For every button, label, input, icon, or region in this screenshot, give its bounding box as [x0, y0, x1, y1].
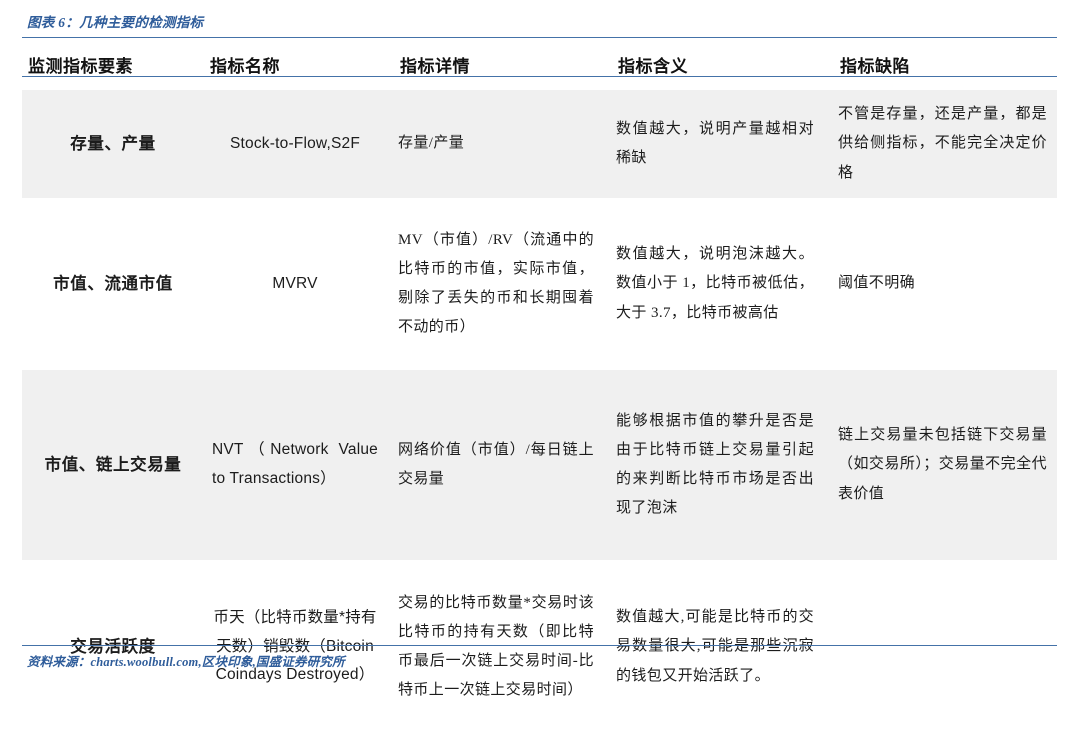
cell-name: Stock-to-Flow,S2F — [204, 90, 394, 198]
cell-detail: MV（市值）/RV（流通中的比特币的市值，实际市值，剔除了丢失的币和长期囤着不动… — [398, 231, 594, 336]
cell-meaning: 数值越大，说明泡沫越大。数值小于 1，比特币被低估，大于 3.7，比特币被高估 — [616, 246, 814, 321]
cell-flaw: 链上交易量未包括链下交易量（如交易所）；交易量不完全代表价值 — [834, 370, 1057, 560]
column-header-element: 监测指标要素 — [28, 56, 133, 76]
cell-flaw: 阈值不明确 — [838, 275, 916, 292]
cell-meaning: 数值越大，说明产量越相对稀缺 — [612, 90, 834, 198]
cell-meaning: 数值越大,可能是比特币的交易数量很大,可能是那些沉寂的钱包又开始活跃了。 — [616, 609, 814, 684]
header-separator-rule — [22, 76, 1057, 77]
cell-element: 市值、链上交易量 — [22, 370, 204, 560]
column-header-meaning: 指标含义 — [618, 56, 688, 76]
cell-element: 市值、流通市值 — [53, 273, 173, 293]
table-top-rule — [22, 37, 1057, 38]
exhibit-title: 图表 6：几种主要的检测指标 — [27, 15, 204, 30]
table-row: 市值、链上交易量 NVT（Network Value to Transactio… — [22, 370, 1057, 560]
cell-name: MVRV — [272, 274, 318, 292]
exhibit-page: 图表 6：几种主要的检测指标 监测指标要素 指标名称 指标详情 指标含义 指标缺… — [0, 0, 1080, 698]
table-row: 市值、流通市值 MVRV MV（市值）/RV（流通中的比特币的市值，实际市值，剔… — [22, 198, 1057, 370]
cell-element: 交易活跃度 — [70, 636, 156, 656]
source-note: 资料来源：charts.woolbull.com,区块印象,国盛证券研究所 — [27, 655, 345, 669]
cell-name: NVT（Network Value to Transactions） — [204, 370, 394, 560]
table-row: 交易活跃度 币天（比特币数量*持有天数）销毁数（Bitcoin Coindays… — [22, 560, 1057, 734]
cell-detail: 网络价值（市值）/每日链上交易量 — [394, 370, 612, 560]
cell-element: 存量、产量 — [22, 90, 204, 198]
cell-flaw — [834, 560, 1057, 734]
table-bottom-rule — [22, 645, 1057, 646]
cell-detail: 交易的比特币数量*交易时该比特币的持有天数（即比特币最后一次链上交易时间-比特币… — [398, 594, 594, 699]
column-header-flaw: 指标缺陷 — [840, 56, 910, 76]
column-header-detail: 指标详情 — [400, 56, 470, 76]
table-row: 存量、产量 Stock-to-Flow,S2F 存量/产量 数值越大，说明产量越… — [22, 90, 1057, 198]
cell-detail: 存量/产量 — [394, 90, 612, 198]
indicator-table: 监测指标要素 指标名称 指标详情 指标含义 指标缺陷 存量、产量 Stock-t… — [22, 40, 1057, 734]
cell-meaning: 能够根据市值的攀升是否是由于比特币链上交易量引起的来判断比特币市场是否出现了泡沫 — [612, 370, 834, 560]
cell-flaw: 不管是存量，还是产量，都是供给侧指标，不能完全决定价格 — [834, 90, 1057, 198]
column-header-name: 指标名称 — [210, 56, 280, 76]
table-header-row: 监测指标要素 指标名称 指标详情 指标含义 指标缺陷 — [22, 40, 1057, 90]
cell-name: 币天（比特币数量*持有天数）销毁数（Bitcoin Coindays Destr… — [213, 608, 377, 684]
